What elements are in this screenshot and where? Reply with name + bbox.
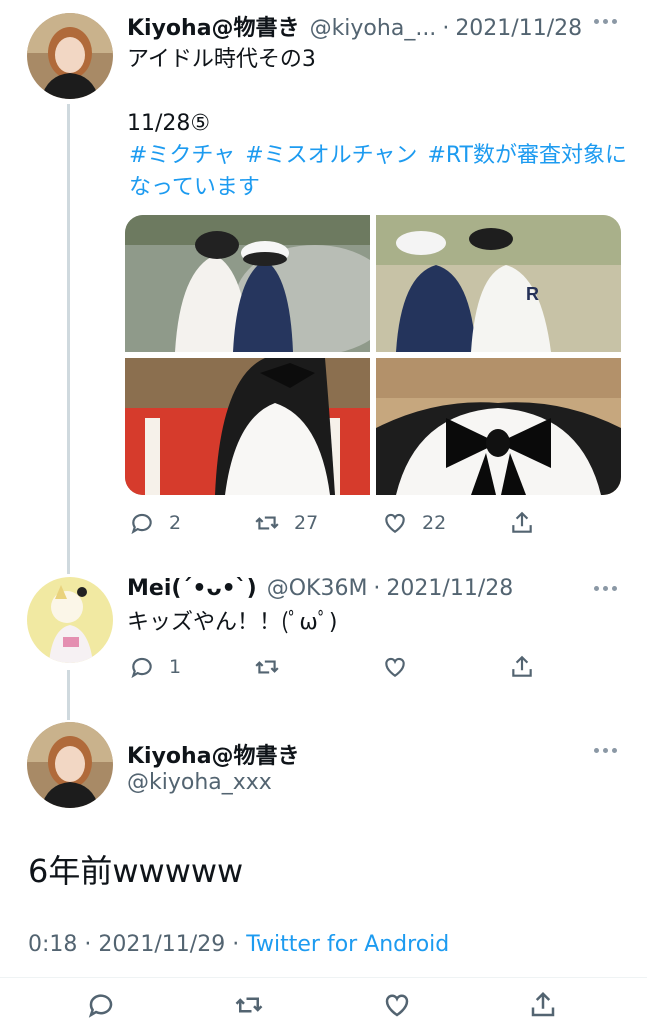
photo[interactable]: R [376, 215, 621, 352]
tweet-actions [86, 990, 558, 1020]
media-grid: R [125, 215, 621, 495]
like-icon [385, 994, 409, 1017]
avatar[interactable] [27, 13, 113, 99]
username[interactable]: @kiyoha_... [310, 16, 437, 41]
username[interactable]: @kiyoha_xxx [127, 770, 272, 795]
reply-button[interactable] [86, 990, 234, 1020]
hashtag-link[interactable]: #ミスオルチャン [245, 143, 417, 168]
separator-dot: · [442, 16, 450, 41]
more-icon[interactable] [594, 19, 617, 24]
separator-dot: · [232, 932, 240, 957]
photo[interactable] [376, 358, 621, 495]
tweet-source-link[interactable]: Twitter for Android [246, 932, 449, 957]
retweet-button[interactable]: 27 [254, 510, 382, 536]
share-icon [531, 991, 555, 1017]
tweet-actions: 2 27 22 [129, 510, 535, 536]
tweet-time[interactable]: 0:18 [28, 932, 77, 957]
reply-button[interactable]: 2 [129, 510, 254, 536]
separator-dot: · [84, 932, 92, 957]
reply-icon [131, 513, 152, 535]
like-icon [385, 513, 405, 533]
tweet-text: キッズやん！！(ﾟωﾟ) [127, 610, 338, 635]
tweet-text: 11/28⑤ [127, 111, 211, 136]
username[interactable]: @OK36M [267, 576, 368, 601]
tweet-header: Kiyoha@物書き [127, 738, 300, 770]
tweet-actions: 1 [129, 654, 535, 680]
more-icon[interactable] [594, 748, 617, 753]
hashtag-list: #ミクチャ #ミスオルチャン #RT数が審査対象になっています [129, 140, 629, 204]
reply-count: 2 [169, 512, 182, 534]
retweet-button[interactable] [234, 990, 382, 1020]
tweet-date[interactable]: 2021/11/29 [98, 932, 225, 957]
avatar[interactable] [27, 577, 113, 663]
separator-dot: · [373, 576, 381, 601]
share-icon [512, 511, 532, 533]
reply-count: 1 [169, 656, 182, 678]
retweet-count: 27 [294, 512, 319, 534]
thread-line [67, 670, 70, 720]
share-icon [512, 655, 532, 677]
tweet-meta: 0:18 · 2021/11/29 · Twitter for Android [28, 932, 449, 957]
like-button[interactable] [382, 654, 509, 680]
like-count: 22 [422, 512, 447, 534]
display-name[interactable]: Kiyoha@物書き [127, 738, 300, 770]
tweet-header-handle: @kiyoha_xxx [127, 770, 272, 795]
tweet-date[interactable]: 2021/11/28 [455, 16, 582, 41]
tweet-header: Kiyoha@物書き @kiyoha_... · 2021/11/28 [127, 10, 582, 42]
more-icon[interactable] [594, 586, 617, 591]
share-button[interactable] [509, 510, 535, 536]
share-button[interactable] [528, 990, 558, 1020]
display-name[interactable]: Mei(ˊ•ᴗ•ˋ) [127, 576, 257, 601]
like-icon [385, 657, 405, 677]
reply-button[interactable]: 1 [129, 654, 254, 680]
thread-line [67, 104, 70, 574]
photo[interactable] [125, 215, 370, 352]
retweet-icon [255, 516, 279, 530]
retweet-button[interactable] [254, 654, 382, 680]
tweet-text: アイドル時代その3 [127, 47, 316, 72]
reply-icon [88, 994, 113, 1018]
reply-icon [131, 657, 152, 679]
hashtag-link[interactable]: #ミクチャ [129, 143, 235, 168]
like-button[interactable]: 22 [382, 510, 509, 536]
like-button[interactable] [382, 990, 528, 1020]
avatar[interactable] [27, 722, 113, 808]
svg-text:R: R [526, 284, 539, 304]
tweet-date[interactable]: 2021/11/28 [386, 576, 513, 601]
photo[interactable] [125, 358, 370, 495]
retweet-icon [235, 997, 263, 1013]
retweet-icon [255, 660, 279, 674]
display-name[interactable]: Kiyoha@物書き [127, 10, 300, 42]
tweet-text: 6年前wwwww [28, 852, 244, 890]
divider [0, 977, 647, 978]
tweet-header: Mei(ˊ•ᴗ•ˋ) @OK36M · 2021/11/28 [127, 576, 513, 601]
share-button[interactable] [509, 654, 535, 680]
